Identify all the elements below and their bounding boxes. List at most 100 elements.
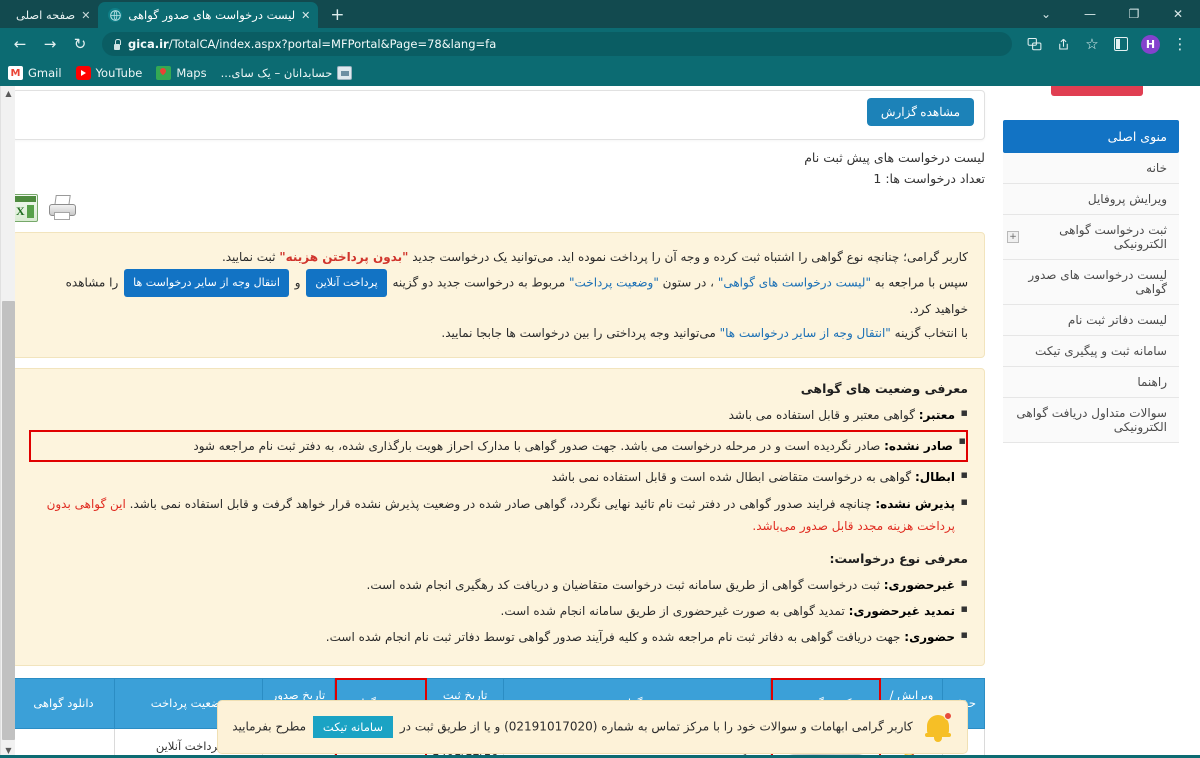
sidebar-item-guide[interactable]: راهنما xyxy=(1003,367,1179,398)
status-term: معتبر: xyxy=(918,408,955,422)
back-icon[interactable]: ← xyxy=(6,30,34,58)
split-screen-icon[interactable] xyxy=(1107,30,1135,58)
reload-icon[interactable]: ↻ xyxy=(66,30,94,58)
excel-export-icon[interactable] xyxy=(12,194,38,222)
transfer-funds-button[interactable]: انتقال وجه از سایر درخواست ها xyxy=(124,269,289,297)
type-desc: جهت دریافت گواهی به دفاتر ثبت نام مراجعه… xyxy=(325,630,905,645)
status-definitions-heading: معرفی وضعیت های گواهی xyxy=(800,381,968,396)
sidebar-menu-title: منوی اصلی xyxy=(1003,120,1179,153)
minimize-button[interactable]: — xyxy=(1068,0,1112,28)
forward-icon[interactable]: → xyxy=(36,30,64,58)
sidebar-item-home[interactable]: خانه xyxy=(1003,153,1179,184)
gmail-icon xyxy=(8,66,23,80)
address-bar[interactable]: gica.ir/TotalCA/index.aspx?portal=MFPort… xyxy=(102,32,1012,56)
notice-text: مربوط به درخواست جدید دو گزینه xyxy=(388,275,569,290)
payment-notice-line-2: سپس با مراجعه به "لیست درخواست های گواهی… xyxy=(29,269,968,321)
bookmark-gmail[interactable]: Gmail xyxy=(8,66,62,80)
sidebar-item-label: سامانه ثبت و پیگیری تیکت xyxy=(1035,344,1167,358)
definitions-panel: معرفی وضعیت های گواهی معتبر: گواهی معتبر… xyxy=(12,368,985,666)
tab-close-icon[interactable]: ✕ xyxy=(301,10,310,21)
browser-toolbar: ← → ↻ gica.ir/TotalCA/index.aspx?portal=… xyxy=(0,28,1200,60)
sidebar: منوی اصلی خانه ویرایش پروفایل + ثبت درخو… xyxy=(997,86,1185,443)
notice-text: ، در ستون xyxy=(658,275,718,290)
sidebar-item-edit-profile[interactable]: ویرایش پروفایل xyxy=(1003,184,1179,215)
payment-notice-panel: کاربر گرامی؛ چنانچه نوع گواهی را اشتباه … xyxy=(12,232,985,358)
maximize-button[interactable]: ❐ xyxy=(1112,0,1156,28)
type-definitions-heading: معرفی نوع درخواست: xyxy=(829,550,968,566)
new-tab-button[interactable]: + xyxy=(324,2,350,28)
page-title: لیست درخواست های پیش ثبت نام xyxy=(804,150,985,165)
sidebar-item-label: لیست دفاتر ثبت نام xyxy=(1067,313,1167,327)
status-desc: صادر نگردیده است و در مرحله درخواست می ب… xyxy=(193,439,885,454)
status-definition-not-issued: صادر نشده: صادر نگردیده است و در مرحله د… xyxy=(29,430,968,463)
status-desc: گواهی معتبر و قابل استفاده می باشد xyxy=(728,408,919,422)
bookmark-youtube[interactable]: YouTube xyxy=(75,66,142,80)
online-payment-button[interactable]: پرداخت آنلاین xyxy=(306,269,387,297)
bookmark-label: Gmail xyxy=(28,66,62,80)
ticket-system-button[interactable]: سامانه تیکت xyxy=(312,716,394,738)
notice-text: با انتخاب گزینه xyxy=(890,326,968,340)
sidebar-item-label: سوالات متداول دریافت گواهی الکترونیکی xyxy=(1016,406,1167,434)
sidebar-item-faq[interactable]: سوالات متداول دریافت گواهی الکترونیکی xyxy=(1003,398,1179,443)
logout-button-partial[interactable] xyxy=(1051,86,1143,96)
type-term: غیرحضوری: xyxy=(883,577,955,592)
close-window-button[interactable]: ✕ xyxy=(1156,0,1200,28)
notice-highlight: "وضعیت پرداخت" xyxy=(568,275,659,290)
expand-plus-icon[interactable]: + xyxy=(1007,231,1019,243)
bookmark-maps[interactable]: Maps xyxy=(156,66,207,80)
browser-tab-1[interactable]: ✕ صفحه اصلی xyxy=(6,2,98,28)
bookmark-label: حسابدانان – یک سای... xyxy=(220,66,333,80)
type-desc: ثبت درخواست گواهی از طریق سامانه ثبت درخ… xyxy=(366,577,884,592)
type-definition-in-person: حضوری: جهت دریافت گواهی به دفاتر ثبت نام… xyxy=(29,625,968,648)
page-scrollbar[interactable]: ▲ ▼ xyxy=(0,86,15,758)
type-term: تمدید غیرحضوری: xyxy=(848,604,955,619)
type-definition-remote-renewal: تمدید غیرحضوری: تمدید گواهی به صورت غیرح… xyxy=(29,599,968,622)
translate-icon[interactable] xyxy=(1020,30,1048,58)
share-icon[interactable] xyxy=(1049,30,1077,58)
tab-search-icon[interactable]: ⌄ xyxy=(1024,0,1068,28)
sidebar-menu: منوی اصلی خانه ویرایش پروفایل + ثبت درخو… xyxy=(1003,120,1179,443)
sidebar-item-label: ثبت درخواست گواهی الکترونیکی xyxy=(1059,223,1167,251)
sidebar-item-ticket-system[interactable]: سامانه ثبت و پیگیری تیکت xyxy=(1003,336,1179,367)
notice-text: سپس با مراجعه به xyxy=(870,275,968,290)
toolbar-right-actions: ☆ H ⋮ xyxy=(1020,30,1194,58)
tab-close-icon[interactable]: ✕ xyxy=(81,10,90,21)
browser-window: ✕ صفحه اصلی ✕ لیست درخواست های صدور گواه… xyxy=(0,0,1200,758)
sidebar-item-label: ویرایش پروفایل xyxy=(1087,192,1167,206)
url-host: gica.ir xyxy=(128,37,169,51)
youtube-icon xyxy=(75,66,91,80)
notice-highlight: "بدون پرداختن هزینه" xyxy=(279,250,409,264)
view-report-button[interactable]: مشاهده گزارش xyxy=(866,98,974,126)
status-desc: گواهی به درخواست متقاضی ابطال شده است و … xyxy=(551,470,915,485)
report-card: مشاهده گزارش xyxy=(12,90,985,140)
request-count: تعداد درخواست ها: 1 xyxy=(873,171,985,186)
page-content: منوی اصلی خانه ویرایش پروفایل + ثبت درخو… xyxy=(0,86,1185,758)
sidebar-item-offices-list[interactable]: لیست دفاتر ثبت نام xyxy=(1003,305,1179,336)
status-term: پذیرش نشده: xyxy=(875,496,955,511)
profile-avatar[interactable]: H xyxy=(1141,34,1160,54)
scrollbar-thumb[interactable] xyxy=(2,301,15,740)
bell-icon xyxy=(923,711,953,743)
status-term: صادر نشده: xyxy=(884,439,953,454)
type-definitions-list: غیرحضوری: ثبت درخواست گواهی از طریق ساما… xyxy=(29,573,968,649)
bookmark-hesabdanan[interactable]: حسابدانان – یک سای... xyxy=(221,66,353,80)
print-icon[interactable] xyxy=(48,194,78,222)
notice-text: ثبت نمایید. xyxy=(221,250,280,264)
bookmark-star-icon[interactable]: ☆ xyxy=(1078,30,1106,58)
type-definition-remote: غیرحضوری: ثبت درخواست گواهی از طریق ساما… xyxy=(29,573,968,596)
lock-icon xyxy=(112,39,121,50)
status-definition-rejected: پذیرش نشده: چنانچه فرایند صدور گواهی در … xyxy=(29,492,968,537)
browser-menu-icon[interactable]: ⋮ xyxy=(1166,30,1194,58)
sidebar-item-register-request[interactable]: + ثبت درخواست گواهی الکترونیکی xyxy=(1003,215,1179,260)
status-desc: چنانچه فرایند صدور گواهی در دفتر ثبت نام… xyxy=(125,496,876,511)
maps-icon xyxy=(156,66,172,80)
browser-tab-2[interactable]: ✕ لیست درخواست های صدور گواهی xyxy=(98,2,319,28)
sidebar-item-label: خانه xyxy=(1146,161,1167,175)
globe-icon xyxy=(108,8,123,22)
notice-highlight: "لیست درخواست های گواهی" xyxy=(717,275,871,290)
support-notification-text: کاربر گرامی ابهامات و سوالات خود را با م… xyxy=(232,716,913,738)
main-content: مشاهده گزارش لیست درخواست های پیش ثبت نا… xyxy=(0,86,995,758)
sidebar-item-request-list[interactable]: لیست درخواست های صدور گواهی xyxy=(1003,260,1179,305)
browser-tab-bar: ✕ صفحه اصلی ✕ لیست درخواست های صدور گواه… xyxy=(0,0,1200,28)
scroll-up-arrow-icon[interactable]: ▲ xyxy=(1,86,16,101)
